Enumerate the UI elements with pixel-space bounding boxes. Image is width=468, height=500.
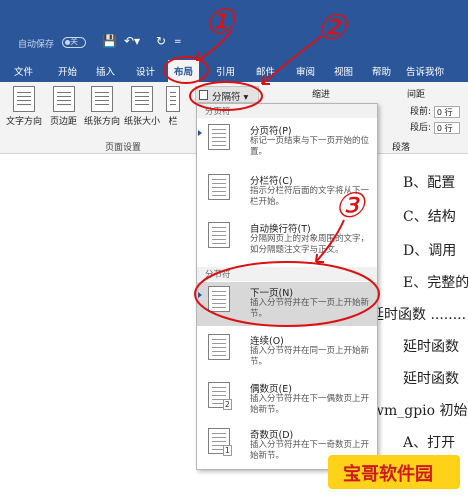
watermark-text: 宝哥软件园: [343, 464, 433, 485]
annotation-step-3: ③: [334, 186, 365, 226]
circle-breaks-button: [189, 81, 263, 111]
annotation-step-2: ②: [316, 8, 347, 48]
arrow-to-breaks: [261, 35, 323, 85]
circle-next-page: [194, 261, 380, 327]
annotation-overlay: [163, 29, 380, 327]
arrow-to-next-page: [315, 219, 345, 263]
annotation-step-1: ①: [204, 2, 235, 42]
